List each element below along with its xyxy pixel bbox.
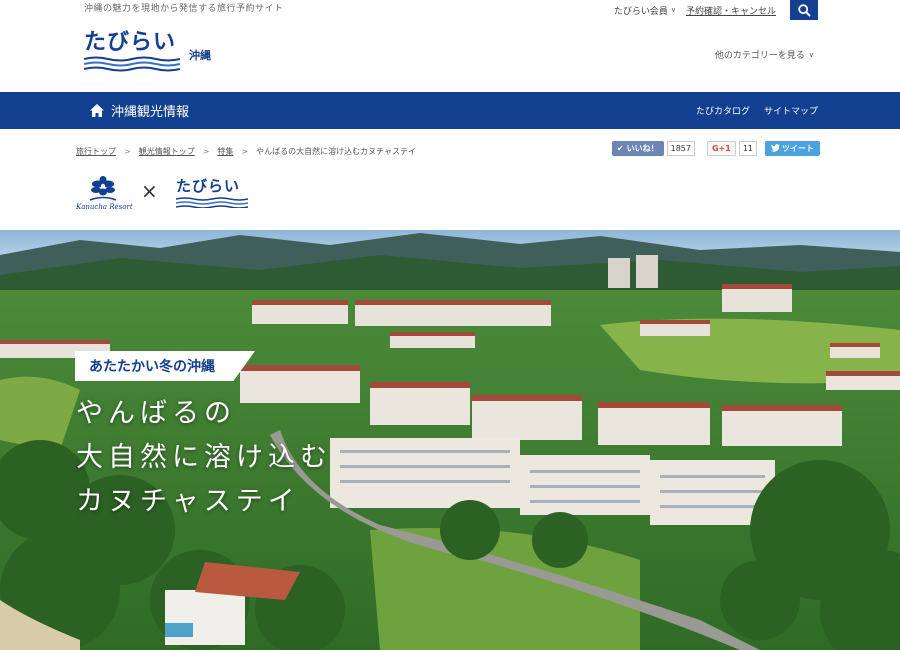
- nav-link-sitemap[interactable]: サイトマップ: [764, 104, 818, 117]
- kanucha-flower-icon: [89, 176, 117, 201]
- breadcrumb-item-travel-top[interactable]: 旅行トップ: [76, 146, 116, 157]
- chevron-down-icon: ∨: [670, 6, 676, 14]
- chevron-down-icon: ∨: [808, 50, 814, 59]
- reservation-link[interactable]: 予約確認・キャンセル: [686, 4, 776, 17]
- twitter-bird-icon: [771, 144, 780, 152]
- logo-waves-icon: [176, 197, 248, 208]
- site-logo[interactable]: たびらい: [84, 30, 180, 74]
- social-buttons: ✔ いいね！ 1857 G+1 11 ツイート: [611, 140, 820, 156]
- breadcrumb-item-sightseeing-top[interactable]: 観光情報トップ: [139, 146, 195, 157]
- site-tagline: 沖縄の魅力を現地から発信する旅行予約サイト: [84, 4, 284, 14]
- search-icon: [797, 3, 811, 17]
- hero-title-line-1: やんばるの: [76, 398, 236, 429]
- breadcrumb-separator: >: [202, 147, 210, 156]
- other-category-menu[interactable]: 他のカテゴリーを見る ∨: [714, 48, 814, 62]
- nav-right-links: たびカタログ サイトマップ: [682, 92, 818, 129]
- nav-link-tabi-catalog[interactable]: たびカタログ: [696, 104, 750, 117]
- search-button[interactable]: [790, 0, 818, 20]
- region-label: 沖縄: [189, 49, 211, 62]
- breadcrumb-separator: >: [124, 147, 131, 156]
- breadcrumb-separator: >: [241, 147, 249, 156]
- other-category-label: 他のカテゴリーを見る: [714, 51, 805, 61]
- kanucha-resort-logo: Kanucha Resort: [76, 176, 133, 212]
- kanucha-resort-text: Kanucha Resort: [76, 203, 133, 211]
- hero-title-line-2: 大自然に溶け込む: [76, 442, 332, 473]
- member-menu[interactable]: たびらい会員 ∨: [614, 4, 676, 17]
- breadcrumb-item-current: やんばるの大自然に溶け込むカヌチャステイ: [256, 147, 417, 156]
- tweet-button[interactable]: ツイート: [765, 140, 820, 156]
- like-count: 1857: [666, 140, 695, 156]
- tabirai-logo-small: たびらい: [176, 178, 248, 208]
- tweet-label: ツイート: [782, 143, 814, 153]
- breadcrumb-item-feature[interactable]: 特集: [217, 146, 233, 157]
- facebook-like-button[interactable]: ✔ いいね！: [611, 140, 664, 156]
- breadcrumb: 旅行トップ > 観光情報トップ > 特集 > やんばるの大自然に溶け込むカヌチャ…: [76, 146, 416, 157]
- nav-home-label: 沖縄観光情報: [111, 105, 190, 120]
- hero-title-line-3: カヌチャステイ: [76, 486, 300, 517]
- top-links: たびらい会員 ∨ 予約確認・キャンセル: [614, 0, 782, 20]
- google-plus-button[interactable]: G+1: [706, 140, 736, 156]
- logo-text: たびらい: [84, 29, 177, 55]
- gplus-count: 11: [738, 140, 757, 156]
- tabirai-logo-small-text: たびらい: [176, 177, 241, 195]
- like-label: いいね！: [626, 143, 659, 153]
- logo-waves-icon: [84, 56, 180, 72]
- home-icon: [90, 104, 104, 117]
- hero-banner[interactable]: あたたかい冬の沖縄 やんばるの 大自然に溶け込む カヌチャステイ: [0, 230, 900, 650]
- member-menu-label: たびらい会員: [613, 6, 668, 17]
- hero-badge: あたたかい冬の沖縄: [75, 351, 255, 381]
- collab-times: ×: [141, 179, 158, 203]
- main-navbar: 沖縄観光情報 たびカタログ サイトマップ: [0, 92, 900, 129]
- nav-home-link[interactable]: 沖縄観光情報: [90, 92, 189, 129]
- like-icon: ✔: [616, 143, 624, 153]
- hero-title: やんばるの 大自然に溶け込む カヌチャステイ: [76, 392, 332, 524]
